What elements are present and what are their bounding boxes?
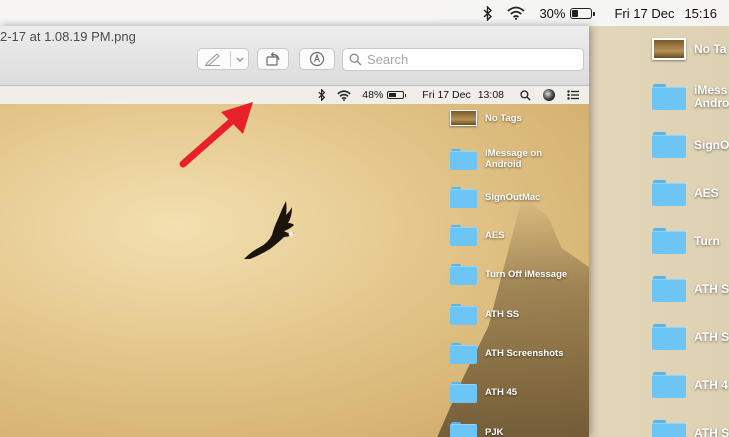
desktop-item: ATH Screenshots: [450, 343, 580, 364]
search-icon: [520, 86, 531, 104]
desktop-item-label: SignOutMac: [485, 192, 541, 203]
search-field[interactable]: [342, 48, 584, 71]
folder-icon: [652, 84, 686, 110]
search-icon: [349, 53, 362, 66]
desktop-item[interactable]: Turn: [652, 228, 720, 254]
folder-icon: [450, 422, 477, 437]
folder-icon: [652, 324, 686, 350]
folder-icon: [450, 187, 477, 208]
desktop-item: SignOutMac: [450, 187, 580, 208]
markup-icon: [309, 51, 325, 67]
button-divider: [230, 51, 231, 67]
wifi-icon[interactable]: [507, 0, 526, 26]
window-toolbar: 2-17 at 1.08.19 PM.png: [0, 26, 589, 86]
bluetooth-icon[interactable]: [483, 0, 493, 26]
battery-status: 48%: [362, 86, 407, 104]
desktop-item[interactable]: ATH S: [652, 324, 729, 350]
control-center-icon: [567, 86, 579, 104]
eagle-image: [244, 201, 294, 259]
folder-icon: [652, 420, 686, 437]
battery-status[interactable]: 30%: [539, 0, 595, 26]
desktop-item-label: iMess Andro: [694, 83, 729, 110]
chevron-down-icon[interactable]: [234, 52, 246, 66]
desktop-item: AES: [450, 225, 580, 246]
desktop-item-label: No Tags: [485, 112, 522, 124]
bluetooth-icon: [318, 86, 326, 104]
battery-percent: 30%: [539, 5, 566, 21]
folder-icon: [450, 225, 477, 246]
desktop-item[interactable]: No Ta: [652, 38, 726, 60]
folder-icon: [652, 180, 686, 206]
desktop-item-label: ATH 4: [694, 377, 728, 392]
image-thumbnail-icon: [450, 110, 477, 126]
battery-icon: [570, 7, 595, 19]
window-title: 2-17 at 1.08.19 PM.png: [0, 29, 136, 44]
desktop-item-label: iMessage on Android: [485, 148, 543, 170]
rotate-icon: [264, 51, 282, 67]
menu-bar: 30% Fri 17 Dec 15:16: [0, 0, 729, 26]
red-arrow-annotation: [179, 102, 253, 168]
battery-icon: [387, 90, 407, 100]
menu-bar-date[interactable]: Fri 17 Dec: [614, 0, 674, 26]
image-canvas[interactable]: 48% Fri 17 Dec 13:08 No Tags iMessage on …: [0, 86, 589, 437]
desktop-item-label: ATH S: [694, 425, 729, 437]
folder-icon: [652, 276, 686, 302]
rotate-button[interactable]: [257, 48, 289, 70]
desktop-item-label: SignO: [694, 137, 729, 152]
image-thumbnail-icon: [652, 38, 686, 60]
folder-icon: [652, 372, 686, 398]
desktop-item[interactable]: SignO: [652, 132, 729, 158]
desktop-item-label: ATH SS: [485, 309, 520, 320]
search-input[interactable]: [367, 52, 567, 67]
desktop-item: ATH SS: [450, 304, 580, 325]
desktop-item-label: ATH S: [694, 329, 729, 344]
desktop-item-label: AES: [485, 230, 505, 241]
desktop-item: No Tags: [450, 110, 580, 126]
folder-icon: [652, 132, 686, 158]
desktop-item-label: Turn: [694, 233, 720, 248]
folder-icon: [450, 343, 477, 364]
preview-window: 2-17 at 1.08.19 PM.png Search 48% Fri 17…: [0, 26, 589, 437]
menu-bar-time: 13:08: [477, 89, 504, 101]
desktop-item-label: No Ta: [694, 41, 727, 56]
desktop-item-label: ATH 45: [485, 387, 518, 398]
battery-percent: 48%: [362, 89, 384, 101]
desktop-item[interactable]: ATH S: [652, 420, 729, 437]
markup-pen-button[interactable]: [197, 48, 249, 70]
desktop-item: PJK: [450, 422, 580, 437]
screenshot-menu-bar: 48% Fri 17 Dec 13:08: [0, 86, 589, 104]
markup-toolbar-button[interactable]: [299, 48, 335, 70]
pen-icon: [204, 52, 222, 66]
desktop-item: Turn Off iMessage: [450, 264, 580, 285]
menu-bar-time[interactable]: 15:16: [684, 0, 717, 26]
menu-bar-date: Fri 17 Dec: [422, 89, 471, 101]
desktop-item-label: ATH S: [694, 281, 729, 296]
folder-icon: [450, 304, 477, 325]
desktop-item[interactable]: AES: [652, 180, 719, 206]
desktop-item[interactable]: ATH S: [652, 276, 729, 302]
folder-icon: [652, 228, 686, 254]
desktop-item-label: ATH Screenshots: [485, 348, 564, 359]
siri-icon: [543, 86, 555, 104]
desktop-item-label: AES: [694, 185, 719, 200]
wifi-icon: [337, 86, 351, 104]
folder-icon: [450, 148, 477, 170]
folder-icon: [450, 264, 477, 285]
desktop-item: ATH 45: [450, 382, 580, 403]
folder-icon: [450, 382, 477, 403]
desktop-item[interactable]: ATH 4: [652, 372, 728, 398]
desktop-item: iMessage on Android: [450, 148, 580, 170]
desktop-item-label: Turn Off iMessage: [485, 269, 568, 280]
desktop-item-label: PJK: [485, 427, 504, 437]
desktop-item[interactable]: iMess Andro: [652, 84, 729, 110]
